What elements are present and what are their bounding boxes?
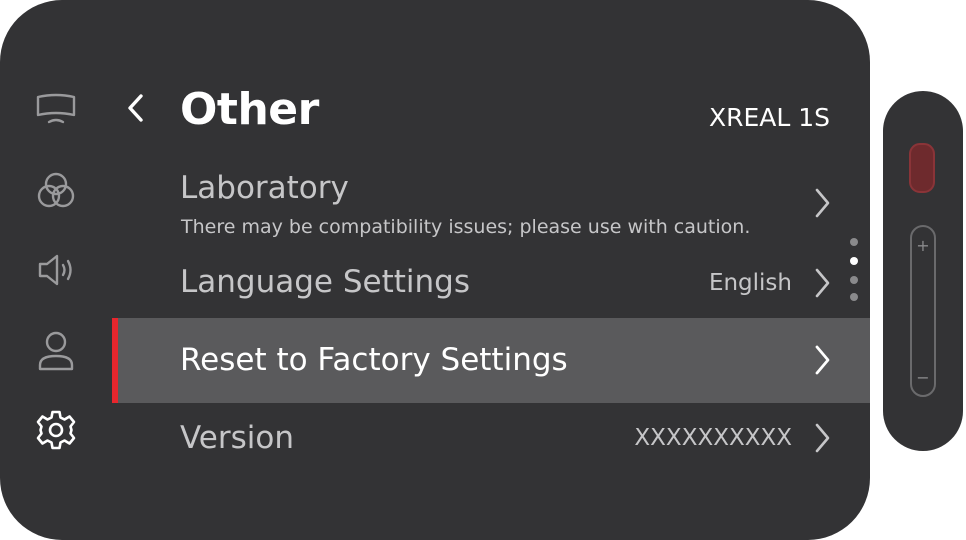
scroll-dot [850,238,858,246]
chevron-right-icon [815,345,830,375]
chevron-right-icon [815,423,830,453]
remote-record-button[interactable] [909,143,935,193]
chevron-right-icon [815,188,830,218]
page-title: Other [180,84,319,135]
sidebar-item-color[interactable] [30,169,82,213]
chevron-right-icon [815,268,830,298]
device-name: XREAL 1S [708,103,830,132]
selection-indicator [112,318,118,403]
scroll-indicator [849,238,859,304]
remote-control: + − [883,91,963,451]
menu-item-laboratory[interactable]: Laboratory There may be compatibility is… [112,164,870,246]
person-icon [38,331,74,371]
speaker-icon [38,254,72,286]
settings-panel: Other XREAL 1S Laboratory There may be c… [0,0,870,540]
chevron-left-icon [128,94,143,122]
color-circles-icon [37,172,75,208]
sidebar-item-display[interactable] [30,87,82,131]
remote-volume-slider[interactable]: + − [910,225,936,397]
menu-item-reset[interactable]: Reset to Factory Settings [112,318,870,403]
monitor-icon [36,93,76,124]
language-value: English [708,270,792,296]
menu-item-label: Laboratory [180,170,349,206]
back-button[interactable] [118,86,154,130]
scroll-dot [850,276,858,284]
menu-item-label: Reset to Factory Settings [180,342,568,378]
menu-item-label: Language Settings [180,264,470,300]
sidebar-item-settings[interactable] [30,408,82,452]
sidebar-item-account[interactable] [30,329,82,373]
version-value: XXXXXXXXXX [634,425,792,451]
scroll-dot [850,293,858,301]
stage: Other XREAL 1S Laboratory There may be c… [0,0,966,540]
slider-plus-label: + [916,236,930,255]
menu-item-language[interactable]: Language Settings English [112,254,870,314]
sidebar-item-sound[interactable] [30,248,82,292]
scroll-dot-active [850,257,858,265]
menu-item-label: Version [180,420,294,456]
menu-item-subtitle: There may be compatibility issues; pleas… [181,216,751,238]
menu-item-version[interactable]: Version XXXXXXXXXX [112,410,870,470]
slider-minus-label: − [916,368,930,387]
gear-icon [36,410,76,450]
